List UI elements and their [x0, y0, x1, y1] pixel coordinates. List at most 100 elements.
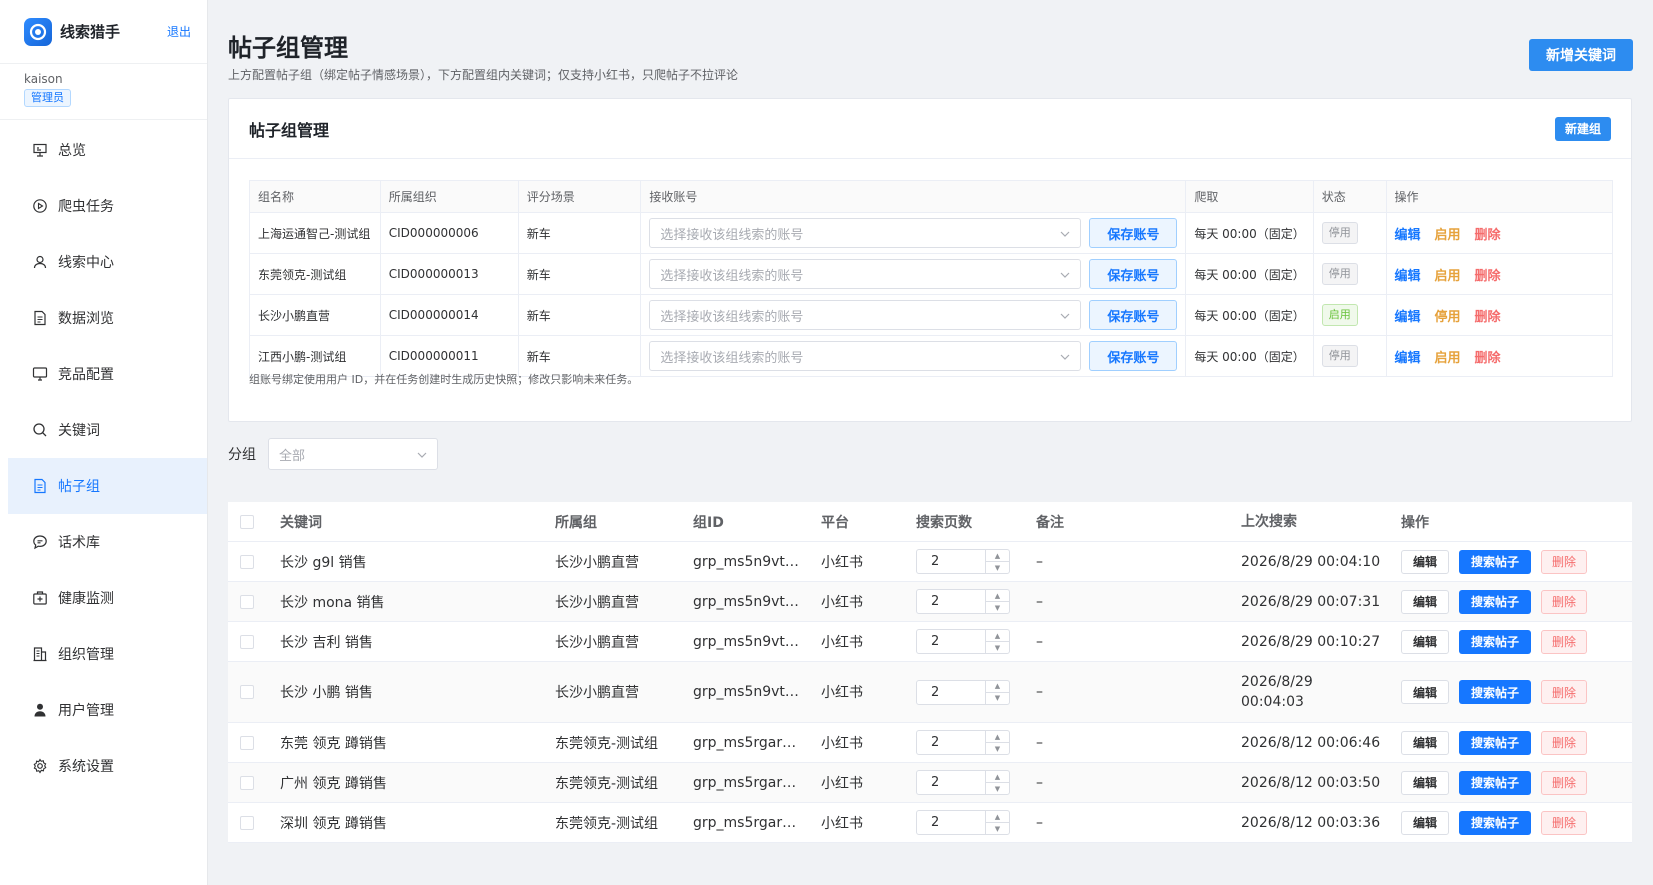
chevron-up-icon[interactable]: ▲ — [986, 550, 1009, 562]
chevron-down-icon[interactable]: ▼ — [986, 602, 1009, 613]
row-actions: 编辑 搜索帖子 删除 — [1401, 629, 1588, 654]
account-select[interactable]: 选择接收该组线索的账号 — [649, 218, 1082, 248]
sidebar-item-4[interactable]: 竞品配置 — [0, 346, 207, 402]
search-posts-button[interactable]: 搜索帖子 — [1459, 629, 1532, 654]
logout-link[interactable]: 退出 — [167, 23, 191, 40]
account-select[interactable]: 选择接收该组线索的账号 — [649, 341, 1082, 371]
sidebar-item-3[interactable]: 数据浏览 — [0, 290, 207, 346]
search-pages-stepper[interactable]: 2 ▲ ▼ — [916, 770, 1010, 795]
save-account-button[interactable]: 保存账号 — [1089, 300, 1178, 330]
toggle-group-link[interactable]: 启用 — [1435, 228, 1461, 243]
sidebar-item-1[interactable]: 爬虫任务 — [0, 178, 207, 234]
edit-group-link[interactable]: 编辑 — [1395, 310, 1421, 325]
sidebar-item-2[interactable]: 线索中心 — [0, 234, 207, 290]
row-checkbox[interactable] — [240, 594, 254, 609]
chevron-down-icon — [1060, 308, 1070, 323]
chevron-up-icon[interactable]: ▲ — [986, 731, 1009, 743]
delete-keyword-button[interactable]: 删除 — [1541, 810, 1588, 835]
delete-group-link[interactable]: 删除 — [1475, 269, 1501, 284]
delete-group-link[interactable]: 删除 — [1475, 228, 1501, 243]
row-select-cell — [228, 634, 280, 649]
chevron-down-icon[interactable]: ▼ — [986, 743, 1009, 754]
group-org: CID000000014 — [379, 294, 519, 336]
group-name: 上海运通智己-测试组 — [249, 212, 381, 254]
app-name: 线索猎手 — [60, 23, 121, 41]
row-checkbox[interactable] — [240, 815, 254, 830]
chevron-down-icon[interactable]: ▼ — [986, 783, 1009, 794]
edit-keyword-button[interactable]: 编辑 — [1401, 549, 1450, 574]
account-select[interactable]: 选择接收该组线索的账号 — [649, 300, 1082, 330]
chevron-up-icon[interactable]: ▲ — [986, 771, 1009, 783]
row-select-cell — [228, 775, 280, 790]
search-posts-button[interactable]: 搜索帖子 — [1459, 549, 1532, 574]
sidebar-item-0[interactable]: 总览 — [0, 122, 207, 178]
sidebar-item-10[interactable]: 用户管理 — [0, 682, 207, 738]
stepper-arrows: ▲ ▼ — [985, 731, 1009, 754]
search-posts-button[interactable]: 搜索帖子 — [1459, 730, 1532, 755]
row-checkbox[interactable] — [240, 685, 254, 699]
group-filter-select[interactable]: 全部 — [268, 438, 438, 470]
search-posts-button[interactable]: 搜索帖子 — [1459, 810, 1532, 835]
delete-keyword-button[interactable]: 删除 — [1541, 770, 1588, 795]
chevron-up-icon[interactable]: ▲ — [986, 811, 1009, 823]
keyword-group: 长沙小鹏直营 — [555, 594, 639, 611]
delete-keyword-button[interactable]: 删除 — [1541, 589, 1588, 614]
edit-keyword-button[interactable]: 编辑 — [1401, 589, 1450, 614]
row-checkbox[interactable] — [240, 554, 254, 569]
row-checkbox[interactable] — [240, 775, 254, 790]
sidebar-item-11[interactable]: 系统设置 — [0, 738, 207, 794]
edit-keyword-button[interactable]: 编辑 — [1401, 629, 1450, 654]
delete-group-link[interactable]: 删除 — [1475, 351, 1501, 366]
pages-cell: 2 ▲ ▼ — [916, 810, 1036, 835]
search-pages-stepper[interactable]: 2 ▲ ▼ — [916, 629, 1010, 654]
chevron-down-icon[interactable]: ▼ — [986, 642, 1009, 653]
search-pages-stepper[interactable]: 2 ▲ ▼ — [916, 810, 1010, 835]
chevron-up-icon[interactable]: ▲ — [986, 681, 1009, 693]
toggle-group-link[interactable]: 停用 — [1435, 310, 1461, 325]
add-keyword-button[interactable]: 新增关键词 — [1529, 39, 1633, 71]
sidebar-item-9[interactable]: 组织管理 — [0, 626, 207, 682]
chevron-up-icon[interactable]: ▲ — [986, 590, 1009, 602]
search-pages-stepper[interactable]: 2 ▲ ▼ — [916, 730, 1010, 755]
delete-keyword-button[interactable]: 删除 — [1541, 549, 1588, 574]
toggle-group-link[interactable]: 启用 — [1435, 351, 1461, 366]
edit-keyword-button[interactable]: 编辑 — [1401, 770, 1450, 795]
save-account-button[interactable]: 保存账号 — [1089, 218, 1178, 248]
role-badge: 管理员 — [24, 89, 71, 107]
chevron-up-icon[interactable]: ▲ — [986, 630, 1009, 642]
save-account-button[interactable]: 保存账号 — [1089, 341, 1178, 371]
edit-keyword-button[interactable]: 编辑 — [1401, 730, 1450, 755]
search-posts-button[interactable]: 搜索帖子 — [1459, 680, 1532, 704]
delete-keyword-button[interactable]: 删除 — [1541, 680, 1588, 704]
group-col-header: 所属组织 — [379, 180, 519, 213]
delete-keyword-button[interactable]: 删除 — [1541, 629, 1588, 654]
search-pages-stepper[interactable]: 2 ▲ ▼ — [916, 549, 1010, 574]
search-posts-button[interactable]: 搜索帖子 — [1459, 770, 1532, 795]
new-group-button[interactable]: 新建组 — [1554, 116, 1611, 141]
search-posts-button[interactable]: 搜索帖子 — [1459, 589, 1532, 614]
edit-keyword-button[interactable]: 编辑 — [1401, 810, 1450, 835]
edit-group-link[interactable]: 编辑 — [1395, 228, 1421, 243]
account-select[interactable]: 选择接收该组线索的账号 — [649, 259, 1082, 289]
sidebar-item-5[interactable]: 关键词 — [0, 402, 207, 458]
row-checkbox[interactable] — [240, 634, 254, 649]
monitor-icon — [32, 366, 48, 382]
document-icon — [32, 310, 48, 326]
toggle-group-link[interactable]: 启用 — [1435, 269, 1461, 284]
edit-group-link[interactable]: 编辑 — [1395, 269, 1421, 284]
row-checkbox[interactable] — [240, 735, 254, 750]
search-pages-stepper[interactable]: 2 ▲ ▼ — [916, 679, 1010, 705]
select-all-checkbox[interactable] — [240, 514, 254, 529]
chevron-down-icon[interactable]: ▼ — [986, 823, 1009, 834]
sidebar-item-8[interactable]: 健康监测 — [0, 570, 207, 626]
save-account-button[interactable]: 保存账号 — [1089, 259, 1178, 289]
edit-group-link[interactable]: 编辑 — [1395, 351, 1421, 366]
sidebar-item-7[interactable]: 话术库 — [0, 514, 207, 570]
edit-keyword-button[interactable]: 编辑 — [1401, 680, 1450, 704]
chevron-down-icon[interactable]: ▼ — [986, 562, 1009, 573]
delete-group-link[interactable]: 删除 — [1475, 310, 1501, 325]
chevron-down-icon[interactable]: ▼ — [986, 693, 1009, 704]
sidebar-item-6[interactable]: 帖子组 — [8, 458, 207, 514]
search-pages-stepper[interactable]: 2 ▲ ▼ — [916, 589, 1010, 614]
delete-keyword-button[interactable]: 删除 — [1541, 730, 1588, 755]
